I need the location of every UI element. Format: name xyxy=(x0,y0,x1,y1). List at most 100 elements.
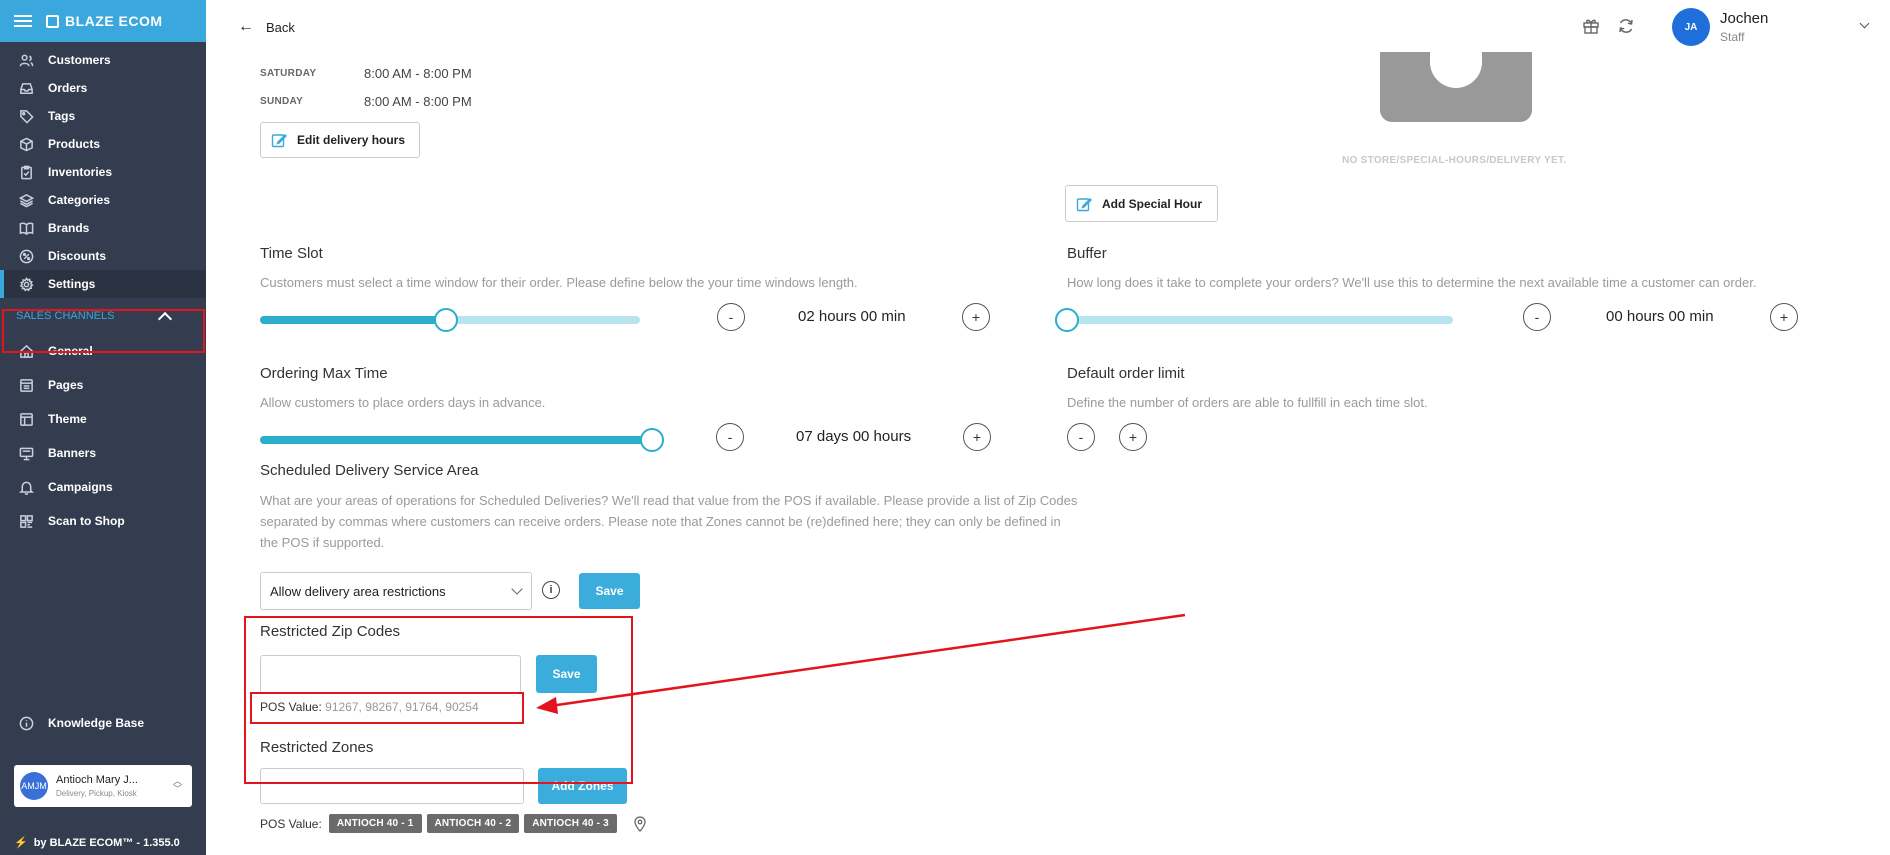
zone-chip: ANTIOCH 40 - 1 xyxy=(328,814,422,833)
store-avatar: AMJM xyxy=(20,772,48,800)
slider-thumb[interactable] xyxy=(1055,308,1079,332)
info-icon[interactable]: i xyxy=(542,581,560,599)
order-limit-plus-button[interactable]: + xyxy=(1119,423,1147,451)
store-selector[interactable]: AMJM Antioch Mary J... Delivery, Pickup,… xyxy=(14,765,192,807)
sidebar-item-label: Banners xyxy=(48,446,97,460)
pos-label: POS Value: xyxy=(260,700,322,714)
time-slot-slider[interactable] xyxy=(260,308,640,332)
sidebar-item-campaigns[interactable]: Campaigns xyxy=(0,470,206,504)
main-nav: Customers Orders Tags Products Inventories Ca… xyxy=(0,42,206,298)
sidebar-item-knowledge-base[interactable]: Knowledge Base xyxy=(0,706,206,740)
box-icon xyxy=(18,136,34,152)
hours-day: SATURDAY xyxy=(260,68,317,79)
chevron-down-icon[interactable] xyxy=(1859,18,1870,29)
bolt-icon: ⚡ xyxy=(14,837,28,849)
sales-channels-label: SALES CHANNELS xyxy=(16,310,115,322)
map-pin-icon[interactable] xyxy=(632,815,648,832)
sidebar-item-label: Categories xyxy=(48,193,111,207)
service-area-desc: What are your areas of operations for Sc… xyxy=(260,493,1078,550)
empty-state-camera-icon xyxy=(1380,52,1532,122)
sidebar-item-customers[interactable]: Customers xyxy=(0,46,206,74)
sidebar-item-inventories[interactable]: Inventories xyxy=(0,158,206,186)
order-limit-minus-button[interactable]: - xyxy=(1067,423,1095,451)
order-limit-title: Default order limit xyxy=(1067,365,1185,382)
add-special-hour-label: Add Special Hour xyxy=(1102,196,1203,211)
orders-icon xyxy=(18,80,34,96)
sidebar-item-label: Campaigns xyxy=(48,480,113,494)
store-name: Antioch Mary J... xyxy=(56,774,138,786)
restricted-zones-title: Restricted Zones xyxy=(260,739,374,756)
edit-icon xyxy=(1076,197,1092,211)
store-modes: Delivery, Pickup, Kiosk xyxy=(56,789,137,798)
sidebar-item-discounts[interactable]: Discounts xyxy=(0,242,206,270)
time-slot-plus-button[interactable]: + xyxy=(962,303,990,331)
arrow-left-icon: ← xyxy=(238,18,254,35)
slider-thumb[interactable] xyxy=(640,428,664,452)
back-button[interactable]: ← Back xyxy=(238,18,295,36)
buffer-minus-button[interactable]: - xyxy=(1523,303,1551,331)
ordering-max-plus-button[interactable]: + xyxy=(963,423,991,451)
zip-codes-input[interactable] xyxy=(260,655,521,693)
pos-zip-list: 91267, 98267, 91764, 90254 xyxy=(325,700,479,714)
restricted-zip-title: Restricted Zip Codes xyxy=(260,623,401,640)
time-slot-minus-button[interactable]: - xyxy=(717,303,745,331)
qr-icon xyxy=(18,513,34,529)
gift-icon[interactable] xyxy=(1582,17,1600,35)
slider-fill xyxy=(260,316,447,324)
user-menu[interactable]: JA Jochen Staff xyxy=(1672,8,1768,46)
sidebar-item-scan-to-shop[interactable]: Scan to Shop xyxy=(0,504,206,538)
sidebar: BLAZE ECOM Customers Orders Tags Products In… xyxy=(0,0,206,855)
sidebar-item-orders[interactable]: Orders xyxy=(0,74,206,102)
sidebar-item-label: Theme xyxy=(48,412,87,426)
ordering-max-title: Ordering Max Time xyxy=(260,365,388,382)
version-footer: ⚡ by BLAZE ECOM™ - 1.355.0 xyxy=(14,836,180,850)
zip-save-button[interactable]: Save xyxy=(536,655,597,693)
zones-input[interactable] xyxy=(260,768,524,804)
sidebar-item-tags[interactable]: Tags xyxy=(0,102,206,130)
home-icon xyxy=(18,343,34,359)
sidebar-item-label: Brands xyxy=(48,221,90,235)
service-area-save-button[interactable]: Save xyxy=(579,573,640,609)
sidebar-item-theme[interactable]: Theme xyxy=(0,402,206,436)
menu-icon[interactable] xyxy=(14,14,32,28)
channels-nav: General Pages Theme Banners Campaigns Scan to… xyxy=(0,334,206,538)
zip-pos-value: POS Value: 91267, 98267, 91764, 90254 xyxy=(260,700,479,714)
buffer-title: Buffer xyxy=(1067,245,1107,262)
hours-time: 8:00 AM - 8:00 PM xyxy=(364,94,472,109)
buffer-slider[interactable] xyxy=(1055,308,1453,332)
sidebar-item-label: General xyxy=(48,344,93,358)
theme-icon xyxy=(18,411,34,427)
back-label: Back xyxy=(266,19,295,35)
sidebar-item-label: Customers xyxy=(48,53,111,67)
refresh-icon[interactable] xyxy=(1617,17,1635,35)
sidebar-item-label: Pages xyxy=(48,378,84,392)
hours-time: 8:00 AM - 8:00 PM xyxy=(364,66,472,81)
sidebar-item-label: Scan to Shop xyxy=(48,514,125,528)
sales-channels-header[interactable]: SALES CHANNELS xyxy=(0,298,206,334)
gear-icon xyxy=(18,276,34,292)
chevron-up-icon[interactable] xyxy=(157,311,173,326)
slider-thumb[interactable] xyxy=(434,308,459,332)
add-zones-button[interactable]: Add Zones xyxy=(538,768,627,804)
up-down-chevron-icon[interactable]: ︿ ﹀ xyxy=(173,777,182,794)
service-area-title: Scheduled Delivery Service Area xyxy=(260,462,479,479)
pages-icon xyxy=(18,377,34,393)
tag-icon xyxy=(18,108,34,124)
delivery-area-select[interactable]: Allow delivery area restrictions xyxy=(260,572,532,610)
time-slot-value: 02 hours 00 min xyxy=(798,308,906,325)
ordering-max-slider[interactable] xyxy=(260,428,664,452)
edit-delivery-hours-button[interactable]: Edit delivery hours xyxy=(260,122,420,158)
buffer-plus-button[interactable]: + xyxy=(1770,303,1798,331)
sidebar-item-banners[interactable]: Banners xyxy=(0,436,206,470)
sidebar-item-categories[interactable]: Categories xyxy=(0,186,206,214)
book-icon xyxy=(18,220,34,236)
add-special-hour-button[interactable]: Add Special Hour xyxy=(1065,185,1218,222)
sidebar-item-settings[interactable]: Settings xyxy=(0,270,206,298)
ordering-max-value: 07 days 00 hours xyxy=(796,428,912,445)
sidebar-item-pages[interactable]: Pages xyxy=(0,368,206,402)
sidebar-item-products[interactable]: Products xyxy=(0,130,206,158)
pos-label: POS Value: xyxy=(260,816,322,831)
sidebar-item-brands[interactable]: Brands xyxy=(0,214,206,242)
ordering-max-minus-button[interactable]: - xyxy=(716,423,744,451)
sidebar-item-general[interactable]: General xyxy=(0,334,206,368)
